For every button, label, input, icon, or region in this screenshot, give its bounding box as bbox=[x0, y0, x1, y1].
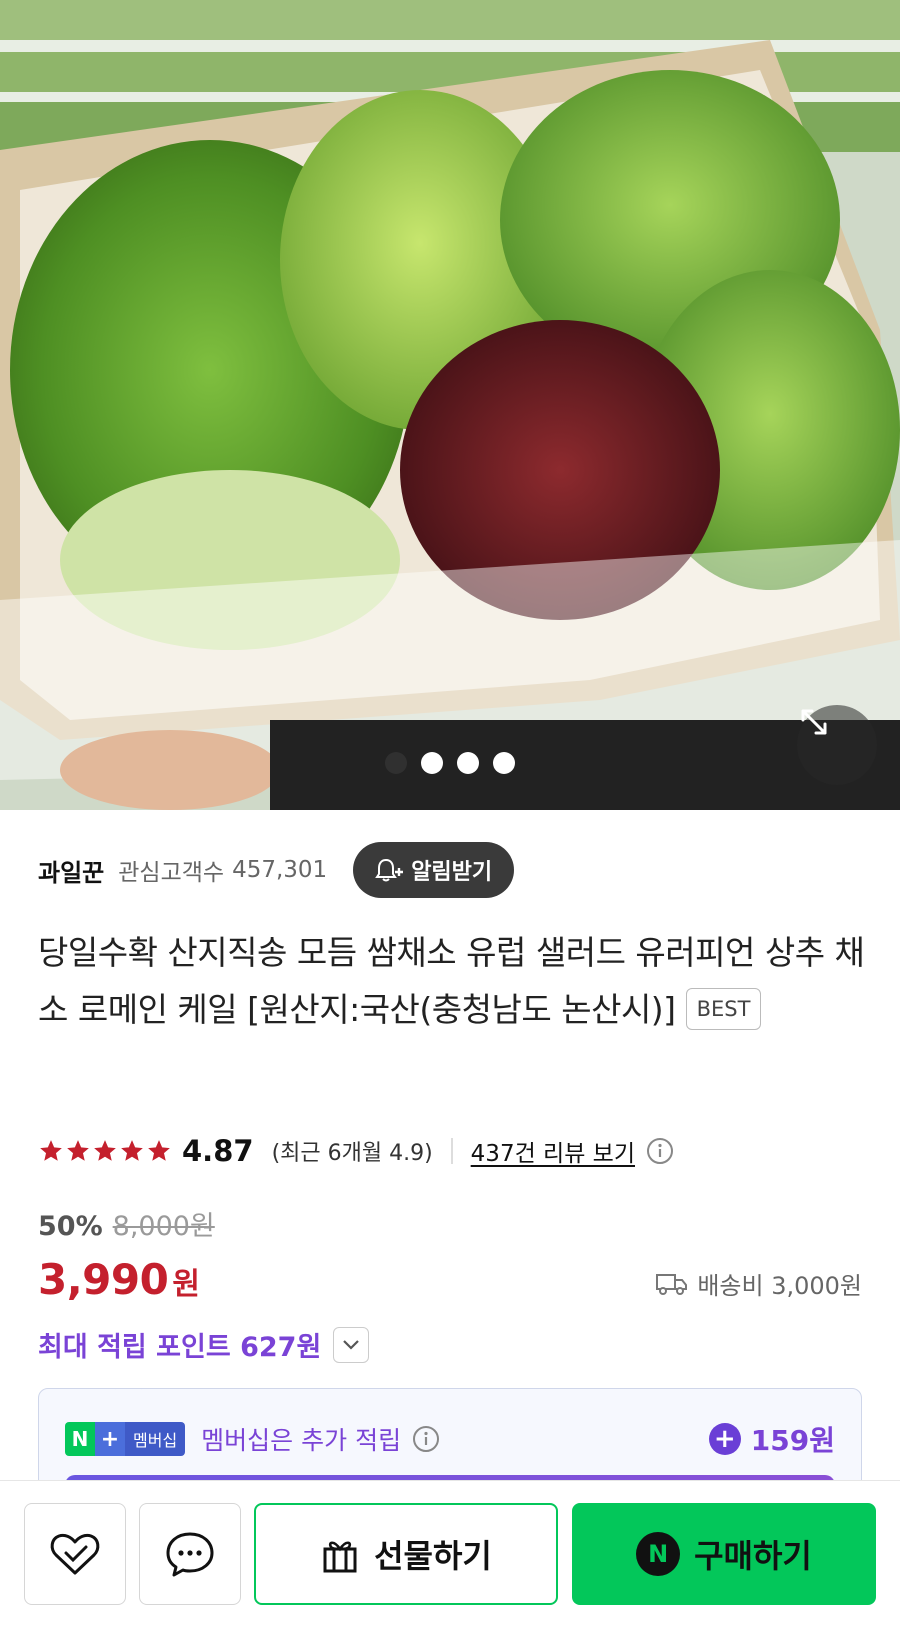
store-name[interactable]: 과일꾼 bbox=[38, 853, 104, 888]
star-icon bbox=[121, 1140, 143, 1161]
star-icon bbox=[148, 1140, 170, 1161]
divider bbox=[450, 1138, 453, 1164]
buy-button[interactable]: N 구매하기 bbox=[572, 1503, 876, 1605]
product-image-carousel[interactable] bbox=[0, 0, 900, 810]
bell-plus-icon bbox=[375, 858, 404, 882]
truck-icon bbox=[656, 1273, 688, 1295]
chat-bubble-icon bbox=[166, 1532, 214, 1577]
carousel-indicator bbox=[0, 752, 900, 774]
product-title: 당일수확 산지직송 모듬 쌈채소 유럽 샐러드 유러피언 상추 채소 로메인 케… bbox=[38, 924, 868, 1038]
plus-badge: + bbox=[95, 1422, 125, 1456]
gift-button[interactable]: 선물하기 bbox=[254, 1503, 558, 1605]
membership-points-value: 159원 bbox=[750, 1424, 835, 1457]
shipping-fee: 배송비 3,000원 bbox=[655, 1266, 862, 1301]
star-icon bbox=[94, 1140, 116, 1161]
gift-icon bbox=[323, 1541, 357, 1573]
carousel-dot-3[interactable] bbox=[457, 752, 479, 774]
buy-label: 구매하기 bbox=[694, 1537, 812, 1575]
membership-points: + 159원 bbox=[708, 1419, 835, 1459]
points-expand-button[interactable] bbox=[333, 1326, 370, 1363]
followers-count: 457,301 bbox=[232, 857, 328, 883]
heart-check-icon bbox=[50, 1533, 100, 1575]
nplus-membership-badge: N + 멤버십 bbox=[65, 1422, 186, 1456]
star-icon bbox=[40, 1140, 62, 1161]
review-link[interactable]: 437건 리뷰 보기 bbox=[471, 1134, 635, 1168]
followers-label: 관심고객수 bbox=[118, 860, 225, 886]
star-rating bbox=[38, 1138, 172, 1164]
info-icon[interactable] bbox=[645, 1136, 675, 1166]
max-points: 최대 적립 포인트 627원 bbox=[38, 1332, 322, 1363]
membership-badge-label: 멤버십 bbox=[125, 1422, 186, 1456]
notify-button[interactable]: 알림받기 bbox=[353, 842, 515, 898]
carousel-dot-4[interactable] bbox=[493, 752, 515, 774]
points-row: 최대 적립 포인트 627원 bbox=[38, 1325, 370, 1364]
expand-arrows-icon bbox=[801, 709, 827, 735]
wishlist-button[interactable] bbox=[24, 1503, 126, 1605]
store-row: 과일꾼 관심고객수 457,301 알림받기 bbox=[38, 842, 515, 898]
plus-circle-icon: + bbox=[708, 1423, 741, 1455]
expand-image-button[interactable] bbox=[797, 705, 877, 785]
gift-label: 선물하기 bbox=[374, 1537, 492, 1575]
rating-row: 4.87 (최근 6개월 4.9) 437건 리뷰 보기 bbox=[38, 1130, 675, 1172]
product-photo bbox=[0, 0, 900, 810]
shipping-fee-text: 배송비 3,000원 bbox=[697, 1272, 862, 1300]
membership-row[interactable]: N + 멤버십 멤버십은 추가 적립 + 159원 bbox=[65, 1419, 835, 1459]
notify-label: 알림받기 bbox=[411, 860, 493, 885]
sale-price-row: 3,990 원 bbox=[38, 1255, 200, 1304]
original-price: 8,000원 bbox=[112, 1211, 215, 1242]
rating-value: 4.87 bbox=[182, 1134, 254, 1168]
discount-row: 50% 8,000원 bbox=[38, 1204, 215, 1243]
discount-rate: 50% bbox=[38, 1211, 103, 1242]
membership-text: 멤버십은 추가 적립 bbox=[201, 1426, 402, 1455]
sale-price-unit: 원 bbox=[172, 1267, 200, 1302]
chevron-down-icon bbox=[343, 1339, 360, 1350]
n-badge: N bbox=[65, 1422, 95, 1456]
bottom-action-bar: 선물하기 N 구매하기 bbox=[0, 1480, 900, 1628]
recent-rating: (최근 6개월 4.9) bbox=[271, 1141, 433, 1166]
chat-button[interactable] bbox=[139, 1503, 241, 1605]
sale-price: 3,990 bbox=[38, 1255, 169, 1304]
naver-pay-icon: N bbox=[636, 1532, 681, 1576]
carousel-dot-2[interactable] bbox=[421, 752, 443, 774]
star-icon bbox=[67, 1140, 89, 1161]
info-icon[interactable] bbox=[411, 1424, 441, 1454]
carousel-dot-1[interactable] bbox=[385, 752, 407, 774]
best-badge: BEST bbox=[685, 987, 762, 1030]
